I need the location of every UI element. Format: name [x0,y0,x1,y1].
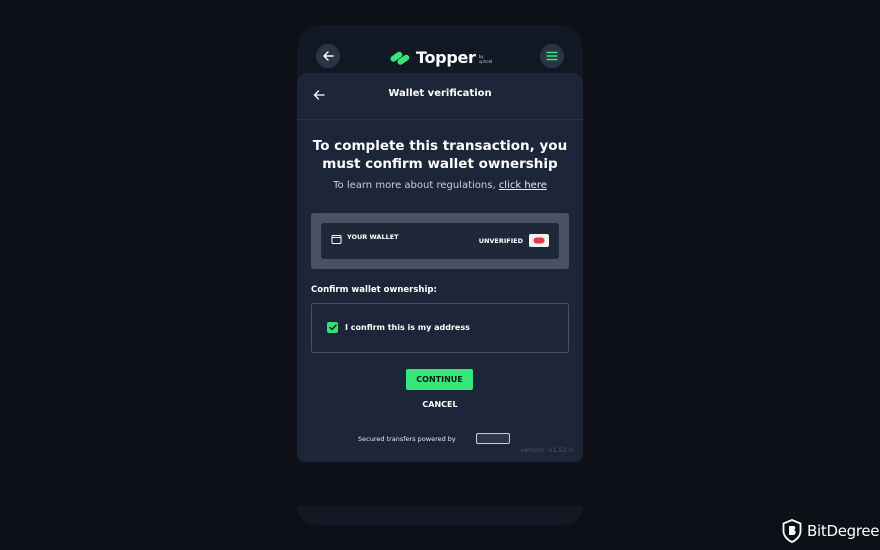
topper-logo-mark-icon [390,51,410,65]
continue-button[interactable]: CONTINUE [406,369,473,390]
confirm-ownership-box: I confirm this is my address [311,303,569,353]
wallet-row: YOUR WALLET UNVERIFIED [321,223,559,259]
confirm-checkbox-label[interactable]: I confirm this is my address [345,323,470,332]
hamburger-menu-icon [546,51,558,61]
logo-text: Topper [416,47,476,67]
headline-line-2: must confirm wallet ownership [322,156,558,172]
headline-line-1: To complete this transaction, you [312,138,568,154]
unverified-status-icon [533,237,545,244]
arrow-left-icon [322,51,334,61]
partner-logo [476,433,510,444]
page-title: Wallet verification [388,88,492,99]
phone-bottom-edge [297,506,583,525]
powered-by-text: Secured transfers powered by [358,435,456,443]
cancel-button[interactable]: CANCEL [400,400,480,414]
menu-button[interactable] [540,44,564,68]
logo-sub-text: uphold [478,59,493,64]
card-header: Wallet verification [297,73,583,120]
headline: To complete this transaction, you must c… [307,137,573,173]
logo-by-uphold: by uphold [479,54,493,64]
wallet-icon [331,235,342,244]
regulations-note: To learn more about regulations, click h… [307,180,573,191]
wallet-status-label: UNVERIFIED [478,237,523,245]
wallet-label: YOUR WALLET [347,233,399,241]
topper-logo: Topper by uphold [389,45,492,69]
regulations-link[interactable]: click here [499,180,547,191]
bitdegree-shield-icon [782,519,802,543]
confirm-checkbox[interactable] [327,322,338,333]
checkmark-icon [328,324,337,331]
bitdegree-watermark: BitDegree [782,517,880,545]
regulations-text: To learn more about regulations, [333,180,499,191]
wallet-panel: YOUR WALLET UNVERIFIED [311,213,569,269]
nav-back-button[interactable] [316,44,340,68]
confirm-section-label: Confirm wallet ownership: [311,285,437,295]
brand-name: BitDegree [807,522,880,540]
unverified-badge [529,234,549,247]
verification-card: Wallet verification To complete this tra… [297,73,583,462]
phone-frame: Topper by uphold Wallet verification To … [297,25,583,462]
top-bar: Topper by uphold [297,25,583,73]
version-text: version: v1.52.0 [520,446,573,454]
